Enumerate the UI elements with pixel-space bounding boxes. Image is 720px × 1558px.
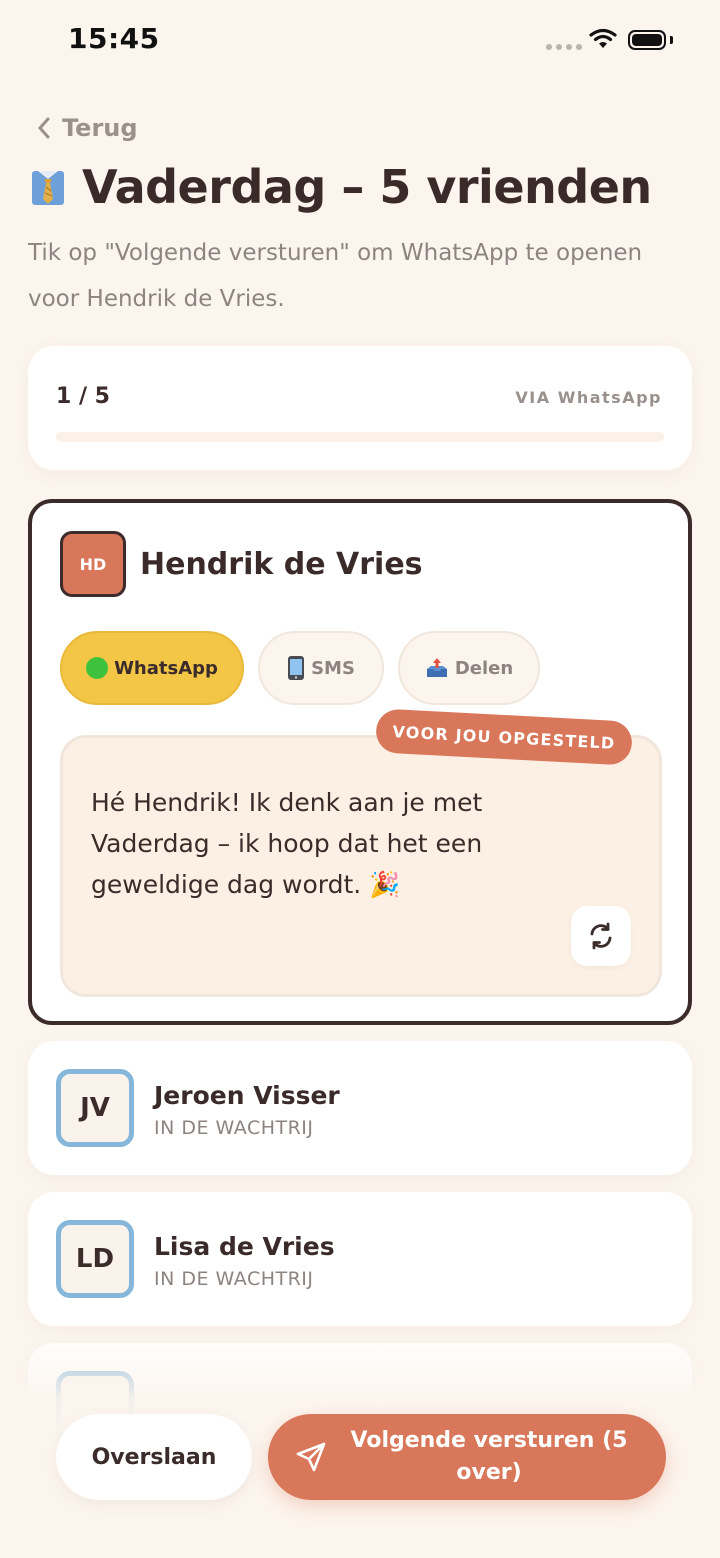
send-icon xyxy=(296,1442,326,1472)
contact-name: Hendrik de Vries xyxy=(140,547,423,582)
wifi-icon xyxy=(589,28,617,48)
mobile-phone-icon xyxy=(288,656,305,680)
page-title: Vaderdag – 5 vrienden xyxy=(82,160,652,214)
message-text[interactable]: Hé Hendrik! Ik denk aan je met Vaderdag … xyxy=(91,782,561,905)
necktie-icon xyxy=(32,171,64,205)
green-circle-icon xyxy=(86,657,109,679)
share-tray-icon xyxy=(426,658,447,677)
channel-whatsapp-button[interactable]: WhatsApp xyxy=(60,631,244,705)
page-subtitle: Tik op "Volgende versturen" om WhatsApp … xyxy=(28,240,643,312)
battery-icon xyxy=(628,30,666,50)
queue-name: Jeroen Visser xyxy=(154,1081,340,1110)
avatar: HD xyxy=(60,531,126,597)
status-time: 15:45 xyxy=(68,22,160,55)
avatar: JV xyxy=(56,1069,134,1147)
refresh-icon xyxy=(590,922,612,950)
channel-sms-button[interactable]: SMS xyxy=(258,631,384,705)
message-box[interactable]: Hé Hendrik! Ik denk aan je met Vaderdag … xyxy=(60,735,662,997)
regenerate-button[interactable] xyxy=(571,906,631,966)
progress-count: 1 / 5 xyxy=(56,384,110,409)
queue-item[interactable]: JV Jeroen Visser IN DE WACHTRIJ xyxy=(28,1041,692,1175)
battery-tip xyxy=(670,36,673,44)
queue-name: Lisa de Vries xyxy=(154,1232,335,1261)
send-next-button[interactable]: Volgende versturen (5 over) xyxy=(268,1414,666,1500)
progress-channel: VIA WhatsApp xyxy=(515,388,662,407)
avatar: LD xyxy=(56,1220,134,1298)
channel-label: Delen xyxy=(454,657,514,679)
channel-label: SMS xyxy=(311,657,355,679)
queue-item[interactable]: LD Lisa de Vries IN DE WACHTRIJ xyxy=(28,1192,692,1326)
back-button[interactable]: Terug xyxy=(36,114,138,142)
channel-label: WhatsApp xyxy=(114,657,218,679)
channel-share-button[interactable]: Delen xyxy=(398,631,540,705)
queue-status: IN DE WACHTRIJ xyxy=(154,1268,314,1290)
back-label: Terug xyxy=(62,114,138,142)
active-contact-card: HD Hendrik de Vries WhatsApp SMS Delen H… xyxy=(28,499,692,1025)
skip-button[interactable]: Overslaan xyxy=(56,1414,252,1500)
cellular-signal-icon xyxy=(546,44,582,50)
page-title-row: Vaderdag – 5 vrienden xyxy=(28,160,652,214)
progress-bar xyxy=(56,432,664,442)
chevron-left-icon xyxy=(38,117,50,139)
queue-status: IN DE WACHTRIJ xyxy=(154,1117,314,1139)
progress-card: 1 / 5 VIA WhatsApp xyxy=(28,346,692,470)
send-next-label: Volgende versturen (5 over) xyxy=(350,1428,628,1485)
